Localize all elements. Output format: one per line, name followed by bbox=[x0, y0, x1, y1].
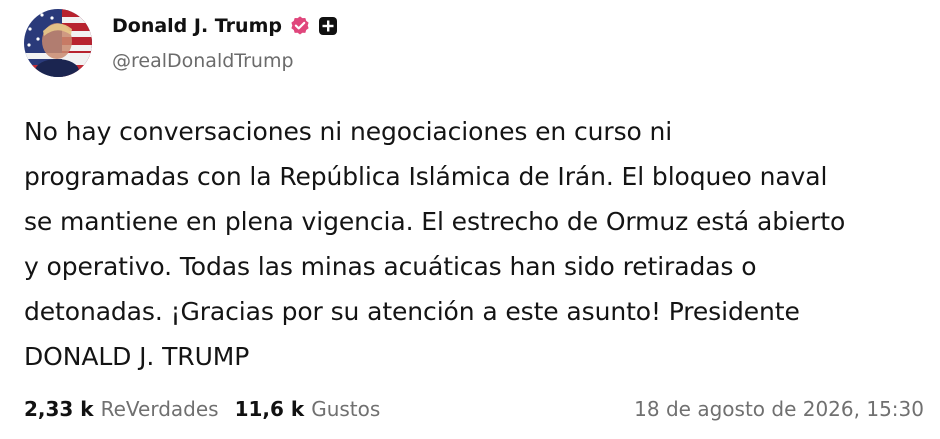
retruths-count: 2,33 k bbox=[24, 397, 94, 421]
verified-badge-icon bbox=[289, 15, 311, 37]
avatar[interactable] bbox=[24, 9, 92, 77]
post-header: Donald J. Trump @realDonaldTrump bbox=[24, 9, 338, 79]
post-body-text: No hay conversaciones ni negociaciones e… bbox=[24, 117, 846, 371]
post-timestamp[interactable]: 18 de agosto de 2026, 15:30 bbox=[634, 397, 924, 421]
post-footer: 2,33 k ReVerdades 11,6 k Gustos 18 de ag… bbox=[24, 395, 924, 423]
flag-portrait-avatar-icon bbox=[24, 9, 92, 77]
plus-square-icon[interactable] bbox=[318, 16, 338, 36]
post-card: Donald J. Trump @realDonaldTrump No hay … bbox=[0, 0, 940, 439]
author-handle[interactable]: @realDonaldTrump bbox=[112, 50, 338, 72]
name-row: Donald J. Trump bbox=[112, 11, 338, 41]
likes-label: Gustos bbox=[311, 397, 381, 421]
retruths-stat[interactable]: 2,33 k ReVerdades bbox=[24, 397, 219, 421]
retruths-label: ReVerdades bbox=[100, 397, 219, 421]
likes-stat[interactable]: 11,6 k Gustos bbox=[235, 397, 381, 421]
likes-count: 11,6 k bbox=[234, 397, 305, 421]
author-identity: Donald J. Trump @realDonaldTrump bbox=[112, 9, 338, 72]
author-display-name[interactable]: Donald J. Trump bbox=[112, 15, 282, 37]
